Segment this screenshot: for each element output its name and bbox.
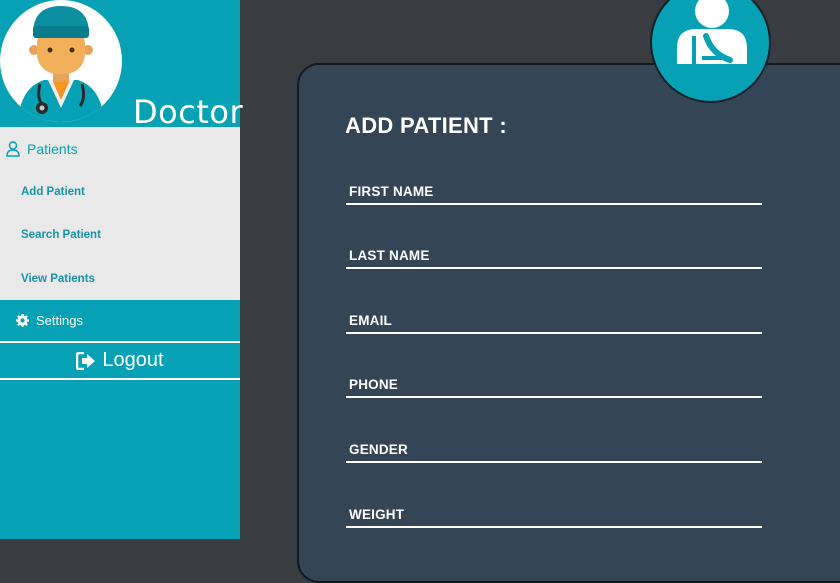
- last-name-field[interactable]: LAST NAME: [346, 245, 762, 269]
- logout-button[interactable]: Logout: [0, 341, 240, 380]
- first-name-label: FIRST NAME: [349, 184, 434, 199]
- sign-out-icon: [76, 351, 96, 370]
- logout-label: Logout: [102, 349, 164, 371]
- weight-input[interactable]: [346, 504, 762, 526]
- user-icon: [6, 141, 20, 157]
- gear-icon: [16, 314, 29, 327]
- first-name-field[interactable]: FIRST NAME: [346, 181, 762, 205]
- menu-item-add-patient[interactable]: Add Patient: [21, 186, 85, 198]
- last-name-label: LAST NAME: [349, 248, 430, 263]
- weight-label: WEIGHT: [349, 507, 405, 522]
- gender-field[interactable]: GENDER: [346, 439, 762, 463]
- patient-badge-icon: [650, 0, 771, 103]
- phone-field[interactable]: PHONE: [346, 374, 762, 398]
- menu-section-patients[interactable]: Patients: [6, 141, 78, 157]
- menu-item-view-patients[interactable]: View Patients: [21, 273, 95, 285]
- settings-link[interactable]: Settings: [16, 313, 83, 328]
- sidebar: Doctor Patients Add Patient Search Patie…: [0, 0, 243, 539]
- doctor-avatar-icon: [0, 0, 122, 122]
- role-title: Doctor: [133, 93, 244, 131]
- menu-section-label: Patients: [27, 141, 78, 157]
- email-field[interactable]: EMAIL: [346, 310, 762, 334]
- form-title: ADD PATIENT :: [345, 113, 507, 138]
- patients-menu-panel: Patients Add Patient Search Patient View…: [0, 127, 240, 300]
- gender-label: GENDER: [349, 442, 408, 457]
- menu-item-search-patient[interactable]: Search Patient: [21, 229, 101, 241]
- sidebar-header: Doctor: [0, 0, 243, 131]
- gender-input[interactable]: [346, 439, 762, 461]
- phone-input[interactable]: [346, 374, 762, 396]
- email-label: EMAIL: [349, 313, 392, 328]
- email-input[interactable]: [346, 310, 762, 332]
- settings-label: Settings: [36, 313, 83, 328]
- phone-label: PHONE: [349, 377, 399, 392]
- weight-field[interactable]: WEIGHT: [346, 504, 762, 528]
